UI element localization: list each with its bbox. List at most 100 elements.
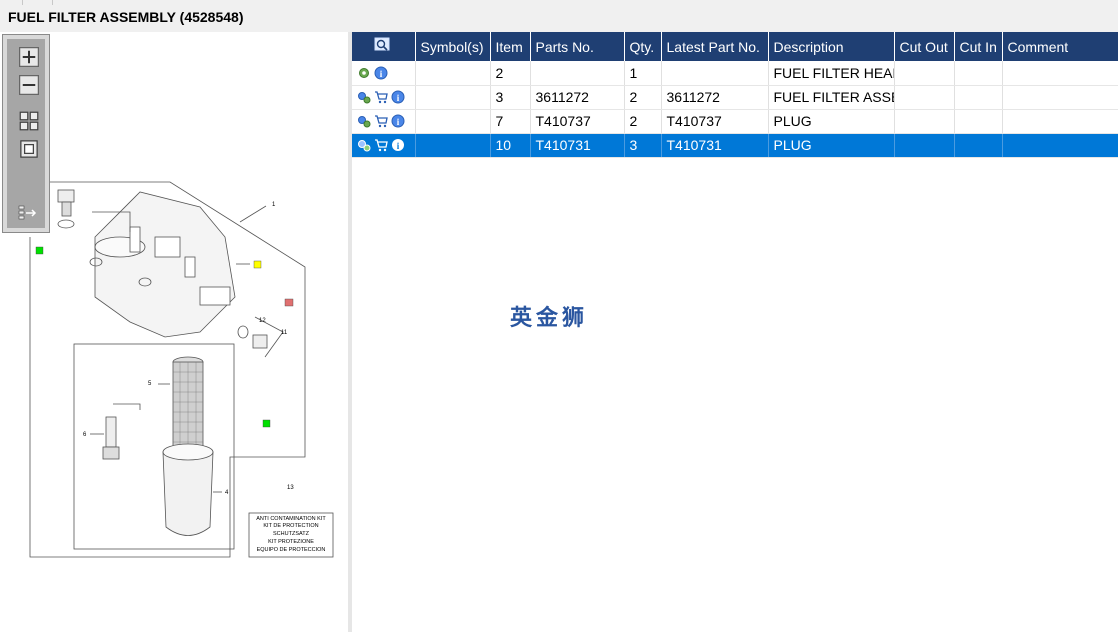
column-header[interactable]: Latest Part No. (661, 32, 769, 61)
cell-parts-no: T410731 (530, 133, 625, 158)
cell-cut-in (954, 61, 1003, 86)
search-list-icon[interactable] (374, 37, 392, 53)
plus-icon[interactable] (19, 47, 39, 67)
table-row[interactable]: i 3 3611272 2 3611272 FUEL FILTER ASSEMB… (352, 85, 1118, 110)
gear-icon[interactable] (357, 66, 371, 80)
cell-symbols (415, 109, 491, 134)
hotspot-marker-red[interactable] (284, 298, 294, 307)
square-icon[interactable] (19, 139, 39, 159)
kit-line: KIT PROTEZIONE (268, 539, 314, 545)
info-icon[interactable]: i (391, 114, 405, 128)
table-row[interactable]: i 7 T410737 2 T410737 PLUG (352, 109, 1118, 134)
parts-table: Symbol(s) Item Parts No. Qty. Latest Par… (352, 32, 1118, 158)
cart-icon[interactable] (374, 90, 388, 104)
column-header[interactable]: Parts No. (530, 32, 625, 61)
cell-symbols (415, 133, 491, 158)
row-action-icons: i (352, 85, 416, 110)
gears-icon[interactable] (357, 90, 371, 104)
column-header[interactable]: Item (490, 32, 531, 61)
cell-latest: T410737 (661, 109, 769, 134)
grid-icon[interactable] (19, 111, 39, 131)
diagram-zoom-toolbar (2, 34, 50, 233)
plug-part (57, 189, 75, 203)
toolbar-panel (7, 39, 45, 228)
cell-latest (661, 61, 769, 86)
hotspot-marker-item-2[interactable] (253, 260, 262, 269)
table-header-row: Symbol(s) Item Parts No. Qty. Latest Par… (352, 32, 1118, 61)
cell-qty: 2 (624, 85, 662, 110)
hotspot-marker-item-3[interactable] (262, 419, 271, 428)
drain-valve-part (105, 416, 117, 448)
cell-parts-no: 3611272 (530, 85, 625, 110)
cell-item: 2 (490, 61, 531, 86)
info-icon[interactable]: i (391, 138, 405, 152)
callout-12: 12 (259, 318, 266, 324)
kit-line: KIT DE PROTECTION (263, 523, 318, 529)
row-action-icons: i (352, 61, 416, 86)
filter-head-part (94, 191, 236, 338)
cell-qty: 3 (624, 133, 662, 158)
cell-description: FUEL FILTER ASSEMBLY (768, 85, 895, 110)
cell-cut-in (954, 109, 1003, 134)
callout-13: 13 (287, 485, 294, 491)
hotspot-marker-green[interactable] (35, 246, 44, 255)
callout-1: 1 (272, 202, 276, 208)
cell-description: PLUG (768, 109, 895, 134)
table-row[interactable]: i 2 1 FUEL FILTER HEAD (352, 61, 1118, 86)
minus-icon[interactable] (19, 75, 39, 95)
info-icon[interactable]: i (391, 90, 405, 104)
cell-comment (1002, 109, 1118, 134)
cell-qty: 2 (624, 109, 662, 134)
cell-latest: 3611272 (661, 85, 769, 110)
gears-icon[interactable] (357, 114, 371, 128)
cell-parts-no (530, 61, 625, 86)
side-plug-part (252, 334, 268, 349)
page-title: FUEL FILTER ASSEMBLY (4528548) (8, 9, 244, 25)
column-header[interactable]: Cut In (954, 32, 1003, 61)
gears-icon[interactable] (357, 138, 371, 152)
title-tick (52, 0, 53, 5)
cell-parts-no: T410737 (530, 109, 625, 134)
column-header[interactable]: Cut Out (894, 32, 955, 61)
cell-cut-in (954, 133, 1003, 158)
watermark-text: 英金狮 (510, 306, 589, 331)
cell-comment (1002, 133, 1118, 158)
kit-line: ANTI CONTAMINATION KIT (256, 516, 326, 522)
cell-item: 7 (490, 109, 531, 134)
row-action-icons: i (352, 133, 416, 158)
cell-cut-out (894, 85, 955, 110)
cell-latest: T410731 (661, 133, 769, 158)
cell-comment (1002, 61, 1118, 86)
info-icon[interactable]: i (374, 66, 388, 80)
cell-item: 10 (490, 133, 531, 158)
callout-11: 11 (281, 330, 288, 336)
cell-cut-out (894, 109, 955, 134)
cell-cut-out (894, 61, 955, 86)
cell-cut-out (894, 133, 955, 158)
title-tick (22, 0, 23, 5)
cell-symbols (415, 85, 491, 110)
cell-comment (1002, 85, 1118, 110)
kit-line: EQUIPO DE PROTECCION (257, 547, 326, 553)
exploded-parts-diagram[interactable]: 1 2 4 5 6 11 12 13 ANTI CONTAMINATION KI… (0, 32, 348, 632)
column-header[interactable]: Qty. (624, 32, 662, 61)
cell-symbols (415, 61, 491, 86)
filter-bowl-part (162, 451, 214, 536)
column-header[interactable]: Description (768, 32, 895, 61)
cell-qty: 1 (624, 61, 662, 86)
column-header[interactable]: Symbol(s) (415, 32, 491, 61)
list-arrow-icon[interactable] (18, 203, 38, 223)
o-ring-part (237, 325, 249, 339)
title-bar: FUEL FILTER ASSEMBLY (4528548) (0, 0, 1118, 32)
cell-description: FUEL FILTER HEAD (768, 61, 895, 86)
callout-5: 5 (148, 381, 152, 387)
kit-line: SCHUTZSATZ (273, 531, 310, 537)
cell-item: 3 (490, 85, 531, 110)
callout-4: 4 (225, 490, 229, 496)
cart-icon[interactable] (374, 138, 388, 152)
column-header-tools[interactable] (352, 32, 416, 61)
cart-icon[interactable] (374, 114, 388, 128)
column-header[interactable]: Comment (1002, 32, 1118, 61)
table-row-selected[interactable]: i 10 T410731 3 T410731 PLUG (352, 133, 1118, 158)
cell-description: PLUG (768, 133, 895, 158)
